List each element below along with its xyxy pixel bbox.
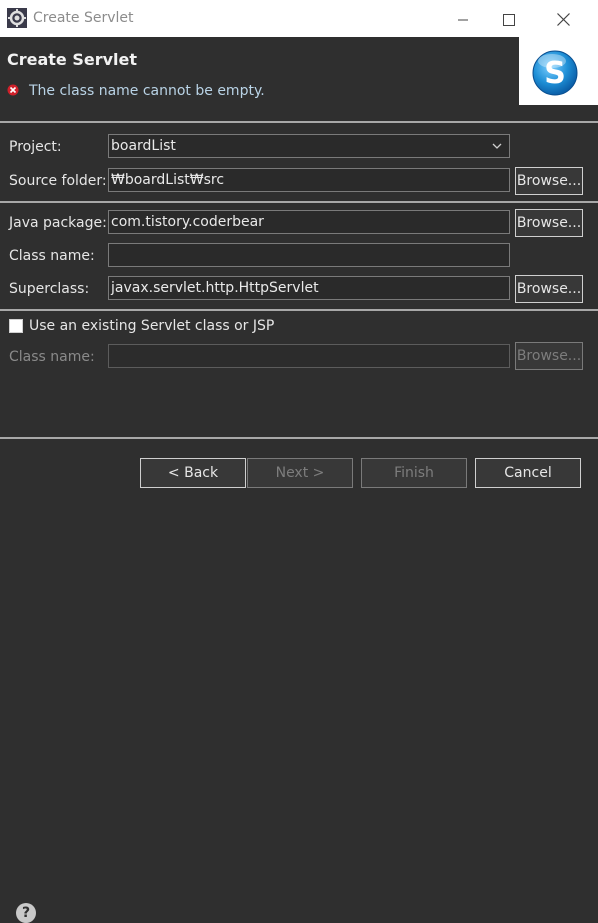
source-folder-browse-button[interactable]: Browse... [515,167,583,195]
section-divider [0,309,598,311]
class-name-field[interactable] [108,243,510,267]
page-title: Create Servlet [7,50,138,69]
project-combo[interactable]: boardList [108,134,510,158]
existing-class-browse-button[interactable]: Browse... [515,342,583,370]
source-folder-value: ₩boardList₩src [111,172,225,188]
eclipse-icon [7,8,27,28]
java-package-label: Java package: [9,215,107,231]
error-icon [7,84,19,96]
use-existing-label[interactable]: Use an existing Servlet class or JSP [29,318,274,334]
source-folder-label: Source folder: [9,173,107,189]
maximize-button[interactable] [486,0,532,37]
banner-image: S [519,37,598,105]
footer-divider [0,437,598,439]
close-icon [556,12,570,26]
class-name-label: Class name: [9,248,95,264]
window-title: Create Servlet [33,10,134,26]
project-label: Project: [9,139,62,155]
back-button[interactable]: < Back [140,458,246,488]
button-bar: ? < Back Next > Finish Cancel [0,440,598,923]
superclass-field[interactable]: javax.servlet.http.HttpServlet [108,276,510,300]
finish-button[interactable]: Finish [361,458,467,488]
cancel-button[interactable]: Cancel [475,458,581,488]
maximize-icon [503,13,515,26]
source-folder-field[interactable]: ₩boardList₩src [108,168,510,192]
chevron-down-icon [492,143,502,149]
next-button[interactable]: Next > [247,458,353,488]
close-button[interactable] [540,0,586,37]
existing-class-name-field[interactable] [108,344,510,368]
superclass-label: Superclass: [9,281,90,297]
superclass-browse-button[interactable]: Browse... [515,275,583,303]
servlet-wizard-icon: S [532,50,578,96]
wizard-header: Create Servlet The class name cannot be … [0,37,598,105]
existing-class-name-label: Class name: [9,349,95,365]
java-package-value: com.tistory.coderbear [111,214,264,230]
header-divider [0,121,598,123]
section-divider [0,201,598,203]
use-existing-checkbox[interactable] [9,319,23,333]
java-package-browse-button[interactable]: Browse... [515,209,583,237]
minimize-icon [458,19,468,20]
superclass-value: javax.servlet.http.HttpServlet [111,280,319,296]
title-bar: Create Servlet [0,0,598,37]
banner-letter: S [544,56,566,91]
minimize-button[interactable] [440,0,486,37]
error-message: The class name cannot be empty. [29,83,265,99]
project-value: boardList [111,138,176,154]
help-icon[interactable]: ? [16,903,36,923]
java-package-field[interactable]: com.tistory.coderbear [108,210,510,234]
